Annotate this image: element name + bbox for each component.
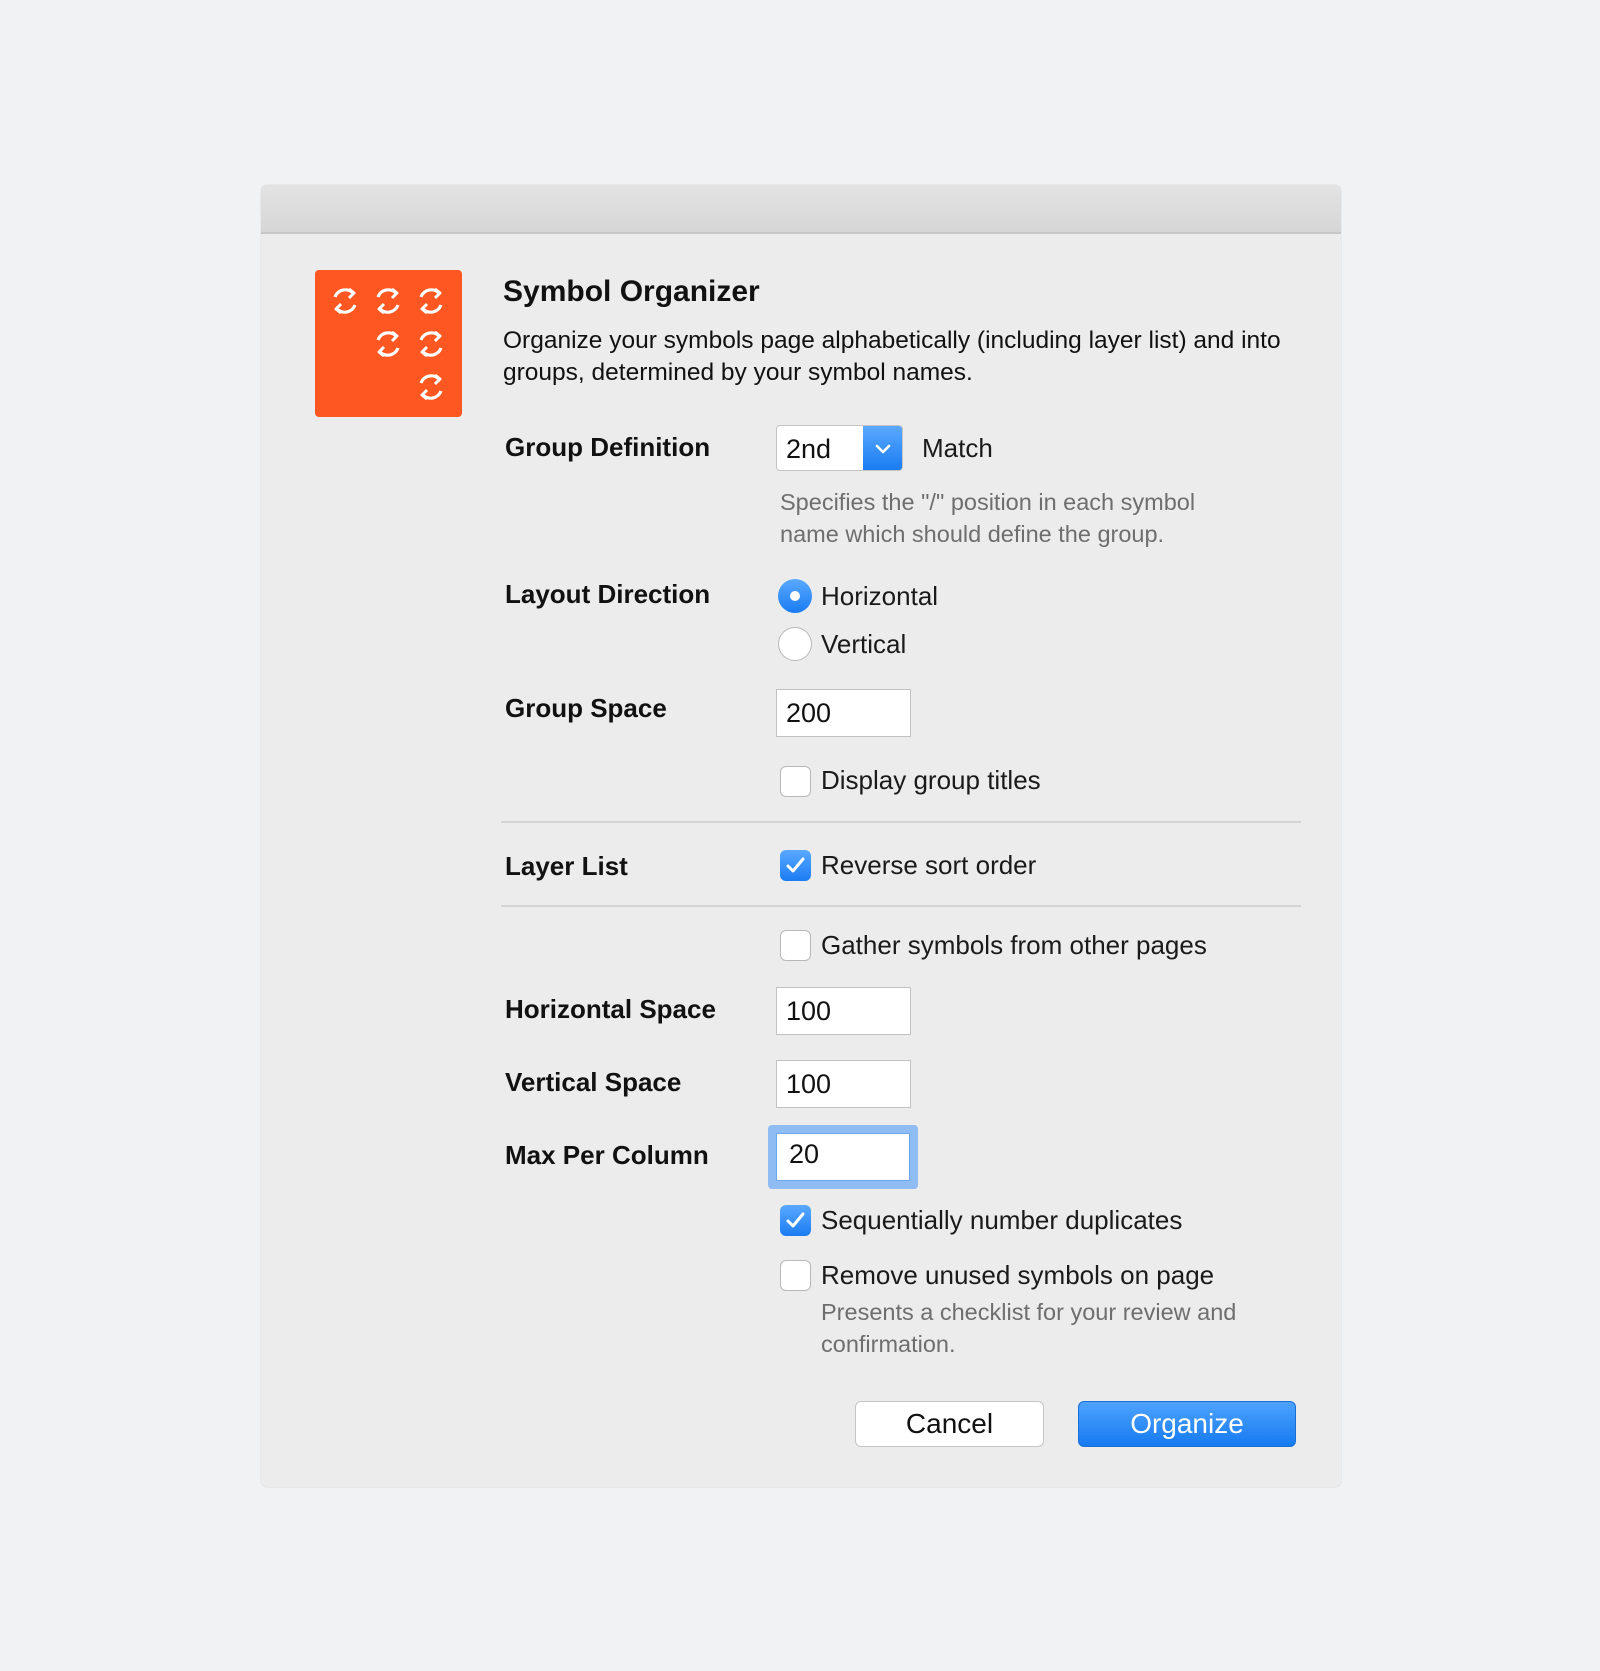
reverse-sort-label[interactable]: Reverse sort order <box>821 850 1036 881</box>
group-definition-hint: Specifies the "/" position in each symbo… <box>780 489 1196 547</box>
display-group-titles-label[interactable]: Display group titles <box>821 765 1041 796</box>
divider <box>501 821 1301 823</box>
max-per-column-input[interactable]: 20 <box>768 1125 918 1189</box>
horizontal-space-label: Horizontal Space <box>505 994 716 1024</box>
divider <box>501 905 1301 907</box>
max-per-column-label: Max Per Column <box>505 1140 709 1170</box>
layer-list-label: Layer List <box>505 851 628 881</box>
radio-horizontal[interactable] <box>778 579 812 613</box>
group-definition-suffix: Match <box>922 433 993 463</box>
horizontal-space-input[interactable]: 100 <box>776 987 911 1035</box>
display-group-titles-checkbox[interactable] <box>780 766 811 797</box>
refresh-grid-icon <box>315 270 462 417</box>
group-space-label: Group Space <box>505 693 667 723</box>
remove-unused-label[interactable]: Remove unused symbols on page <box>821 1260 1214 1291</box>
cancel-button[interactable]: Cancel <box>855 1401 1044 1447</box>
organize-button[interactable]: Organize <box>1078 1401 1296 1447</box>
radio-horizontal-label[interactable]: Horizontal <box>821 581 938 612</box>
group-definition-label: Group Definition <box>505 432 711 462</box>
sequential-numbering-label[interactable]: Sequentially number duplicates <box>821 1205 1182 1236</box>
radio-vertical-label[interactable]: Vertical <box>821 629 906 660</box>
radio-vertical[interactable] <box>778 627 812 661</box>
max-per-column-value[interactable]: 20 <box>776 1133 910 1181</box>
remove-unused-checkbox[interactable] <box>780 1260 811 1291</box>
gather-symbols-label[interactable]: Gather symbols from other pages <box>821 930 1207 961</box>
gather-symbols-checkbox[interactable] <box>780 930 811 961</box>
vertical-space-label: Vertical Space <box>505 1067 682 1097</box>
group-space-input[interactable]: 200 <box>776 689 911 737</box>
remove-unused-hint: Presents a checklist for your review and… <box>821 1299 1237 1357</box>
dialog-title: Symbol Organizer <box>503 275 760 308</box>
sequential-numbering-checkbox[interactable] <box>780 1205 811 1236</box>
dialog-titlebar[interactable] <box>261 185 1341 234</box>
reverse-sort-checkbox[interactable] <box>780 850 811 881</box>
layout-direction-label: Layout Direction <box>505 579 711 609</box>
dialog-description: Organize your symbols page alphabeticall… <box>503 327 1281 386</box>
group-definition-select[interactable]: 2nd <box>776 425 903 471</box>
chevron-down-icon[interactable] <box>863 426 902 470</box>
dialog-window: Symbol Organizer Organize your symbols p… <box>261 185 1341 1487</box>
group-definition-value: 2nd <box>786 434 832 464</box>
vertical-space-input[interactable]: 100 <box>776 1060 911 1108</box>
